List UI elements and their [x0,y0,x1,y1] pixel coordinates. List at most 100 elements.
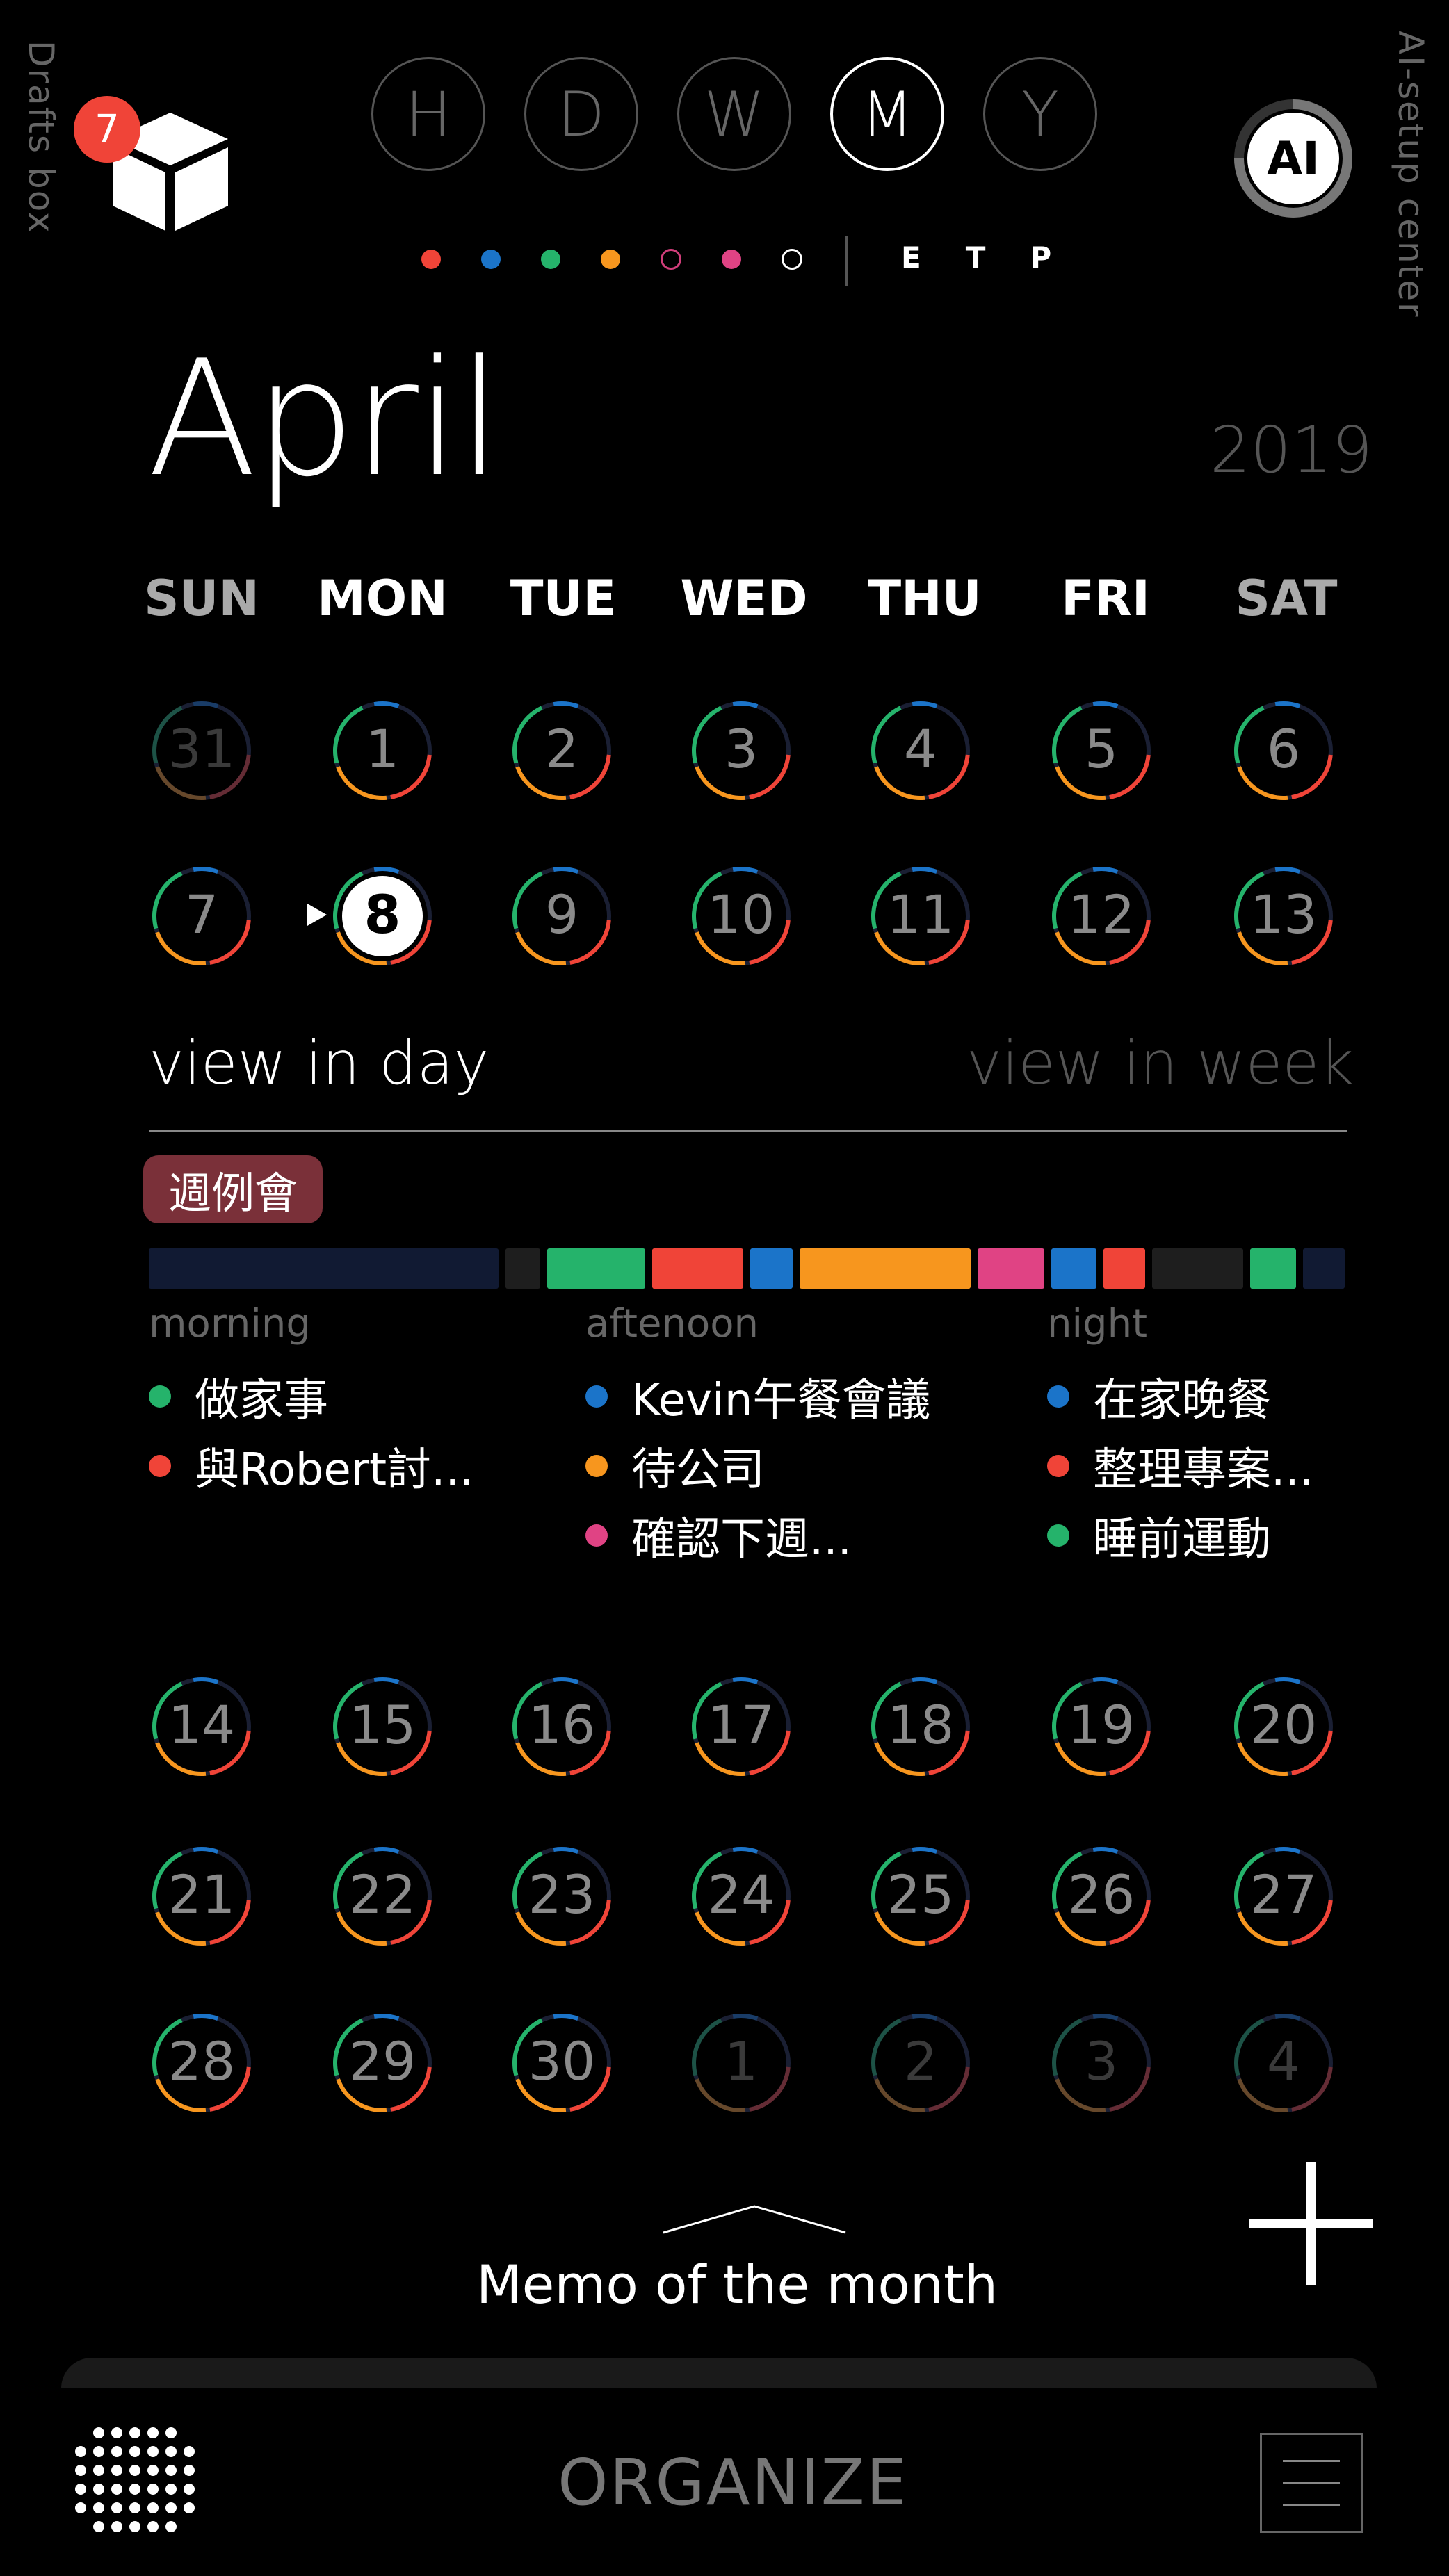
day-cell[interactable]: 17 [686,1671,797,1782]
day-cell[interactable]: 23 [506,1841,617,1952]
timeline-segment[interactable] [547,1248,646,1289]
day-cell[interactable]: 30 [506,2007,617,2119]
timeline-segment[interactable] [1152,1248,1244,1289]
drafts-box-button[interactable]: 7 [74,96,236,236]
etp-t[interactable]: T [966,241,989,275]
day-cell[interactable]: 14 [146,1671,257,1782]
day-cell[interactable]: 21 [146,1841,257,1952]
day-cell[interactable]: 1 [686,2007,797,2119]
month-title: April [147,327,502,512]
filter-dot-pink[interactable] [722,250,741,269]
event-title: 睡前運動 [1093,1514,1271,1565]
timeline-segment[interactable] [1302,1248,1345,1289]
weekday-label: MON [317,570,448,627]
event-item[interactable]: 在家晚餐 [1047,1362,1423,1431]
event-color-dot [1047,1524,1069,1547]
day-cell[interactable]: 2 [865,2007,976,2119]
day-cell[interactable]: 26 [1046,1841,1157,1952]
memo-of-the-month[interactable]: Memo of the month [389,2253,1085,2315]
day-cell[interactable]: 20 [1228,1671,1339,1782]
filter-dot-green[interactable] [541,250,560,269]
mode-week[interactable]: W [677,57,791,171]
period-title: night [1047,1301,1148,1346]
drafts-box-label[interactable]: Drafts box [21,40,61,234]
event-item[interactable]: 與Robert討... [149,1431,580,1501]
timeline-segment[interactable] [1051,1248,1097,1289]
event-item[interactable]: 待公司 [585,1431,1030,1501]
mode-selector: H D W M Y [371,57,1097,171]
event-item[interactable]: 睡前運動 [1047,1501,1423,1570]
chevron-up-icon[interactable] [661,2202,848,2237]
day-cell[interactable]: 7 [146,861,257,972]
day-cell[interactable]: 18 [865,1671,976,1782]
etp-toggles: E T P [901,241,1054,275]
event-item[interactable]: 整理專案... [1047,1431,1423,1501]
view-in-week-link[interactable]: view in week [966,1029,1354,1098]
mode-month[interactable]: M [830,57,944,171]
weekday-label: SAT [1235,570,1338,627]
timeline-segment[interactable] [505,1248,541,1289]
day-cell[interactable]: 8 [327,861,438,972]
day-cell[interactable]: 16 [506,1671,617,1782]
timeline-segment[interactable] [750,1248,793,1289]
event-title: 待公司 [631,1444,765,1496]
filter-dot-orange[interactable] [601,250,620,269]
timeline-segment[interactable] [1103,1248,1146,1289]
day-cell[interactable]: 27 [1228,1841,1339,1952]
day-cell[interactable]: 1 [327,695,438,806]
event-item[interactable]: Kevin午餐會議 [585,1362,1030,1431]
day-cell[interactable]: 10 [686,861,797,972]
event-color-dot [149,1455,171,1477]
day-cell[interactable]: 28 [146,2007,257,2119]
timeline-segment[interactable] [978,1248,1044,1289]
week-row-1: 31 1 2 3 4 5 6 [146,695,1353,808]
day-number: 12 [1068,883,1135,945]
timeline-segment[interactable] [799,1248,971,1289]
day-cell[interactable]: 19 [1046,1671,1157,1782]
event-title: 做家事 [195,1375,328,1426]
ai-setup-label[interactable]: AI-setup center [1391,31,1431,318]
mode-hour[interactable]: H [371,57,485,171]
day-cell[interactable]: 22 [327,1841,438,1952]
timeline-segment[interactable] [1250,1248,1296,1289]
timeline-segment[interactable] [652,1248,744,1289]
day-cell[interactable]: 15 [327,1671,438,1782]
mode-year[interactable]: Y [983,57,1097,171]
day-cell[interactable]: 29 [327,2007,438,2119]
day-cell[interactable]: 3 [686,695,797,806]
day-cell[interactable]: 25 [865,1841,976,1952]
event-item[interactable]: 確認下週... [585,1501,1030,1570]
filter-dot-red[interactable] [421,250,441,269]
day-cell[interactable]: 24 [686,1841,797,1952]
day-cell[interactable]: 9 [506,861,617,972]
day-cell[interactable]: 6 [1228,695,1339,806]
timeline-segment[interactable] [149,1248,499,1289]
filter-dot-blue[interactable] [481,250,501,269]
menu-button[interactable] [1260,2433,1363,2533]
event-tag-pill[interactable]: 週例會 [143,1155,323,1223]
day-number: 18 [887,1694,955,1756]
ai-button[interactable]: AI [1231,96,1356,221]
day-number: 2 [545,718,578,780]
day-timeline-bar[interactable] [149,1248,1345,1289]
day-cell[interactable]: 11 [865,861,976,972]
day-number: 4 [1267,2030,1300,2092]
add-event-icon[interactable] [1245,2158,1377,2290]
day-cell[interactable]: 4 [865,695,976,806]
filter-dot-magenta-ring[interactable] [661,249,681,270]
etp-e[interactable]: E [901,241,924,275]
filter-dot-white-ring[interactable] [782,249,802,270]
day-cell[interactable]: 5 [1046,695,1157,806]
organize-label[interactable]: ORGANIZE [524,2445,941,2520]
mode-day[interactable]: D [524,57,638,171]
day-cell[interactable]: 13 [1228,861,1339,972]
day-cell[interactable]: 4 [1228,2007,1339,2119]
day-cell[interactable]: 3 [1046,2007,1157,2119]
view-in-day-link[interactable]: view in day [149,1029,489,1098]
dot-grid-icon[interactable] [72,2424,197,2536]
day-cell[interactable]: 12 [1046,861,1157,972]
etp-p[interactable]: P [1030,241,1054,275]
day-cell[interactable]: 31 [146,695,257,806]
event-item[interactable]: 做家事 [149,1362,580,1431]
day-cell[interactable]: 2 [506,695,617,806]
